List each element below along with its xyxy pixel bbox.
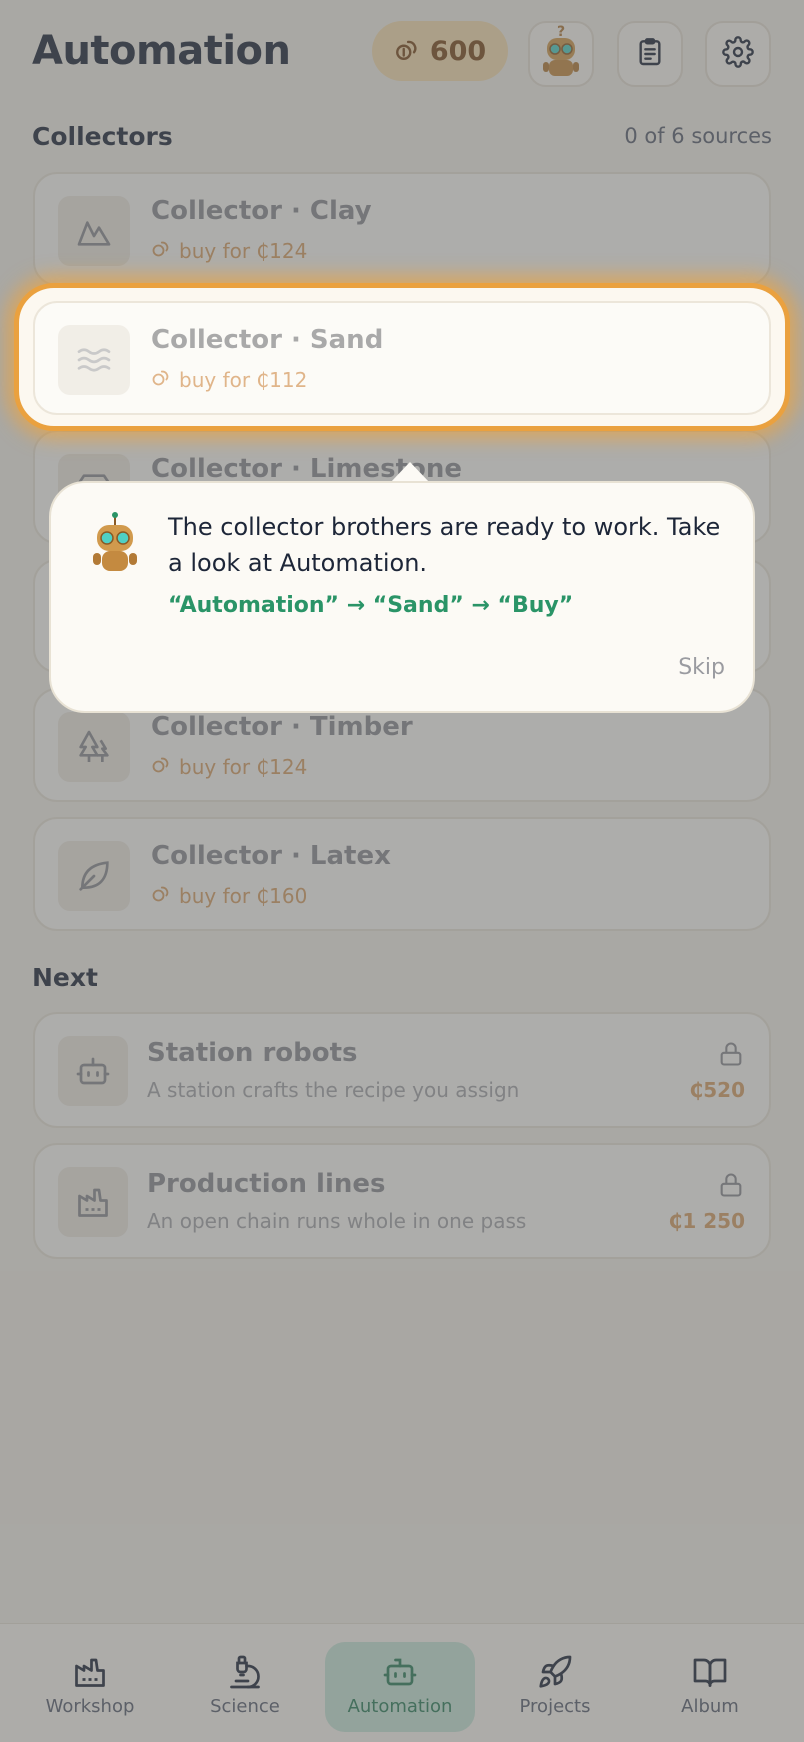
skip-button[interactable]: Skip: [678, 655, 725, 680]
coin-icon: [151, 367, 171, 392]
collector-card-sand[interactable]: Collector · Sand buy for ₵112: [33, 301, 771, 415]
automation-screen: Automation 600 ?: [0, 0, 804, 1742]
buy-price: buy for ₵112: [179, 367, 308, 392]
collector-title: Collector · Sand: [151, 325, 384, 355]
tooltip-arrow: [390, 462, 430, 483]
waves-icon: [58, 325, 130, 395]
robot-avatar-icon: [87, 511, 143, 581]
buy-button[interactable]: buy for ₵112: [151, 367, 307, 392]
tutorial-overlay[interactable]: [0, 0, 804, 1742]
tooltip-text: The collector brothers are ready to work…: [168, 513, 721, 577]
tooltip-path: “Automation” → “Sand” → “Buy”: [168, 593, 574, 618]
tutorial-tooltip: The collector brothers are ready to work…: [49, 481, 755, 713]
